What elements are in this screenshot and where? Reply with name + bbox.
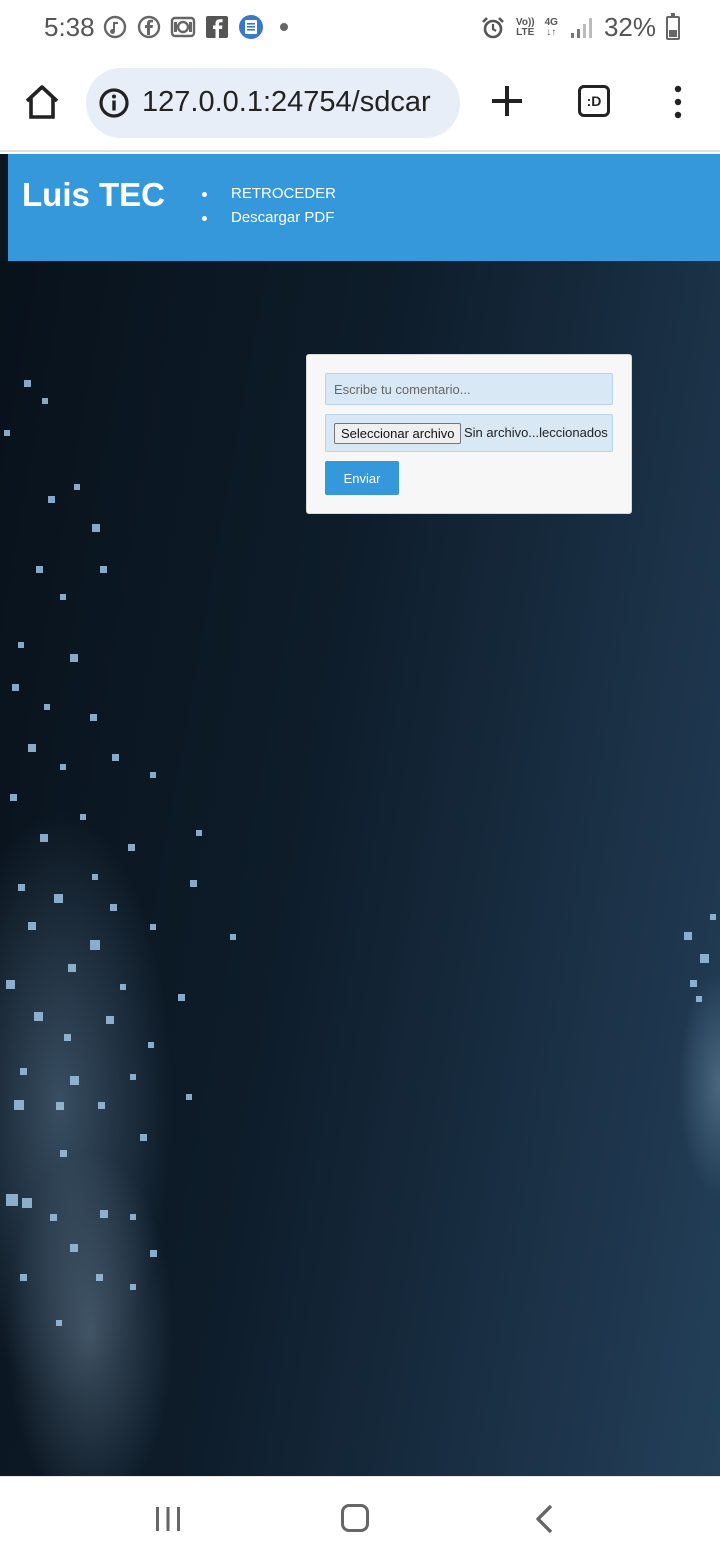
tabs-icon[interactable]: :D xyxy=(578,85,610,117)
file-input[interactable]: Seleccionar archivo Sin archivo...leccio… xyxy=(325,414,613,452)
site-title: Luis TEC xyxy=(22,176,166,213)
site-nav: RETROCEDER Descargar PDF xyxy=(202,184,336,232)
comment-input[interactable] xyxy=(325,373,613,405)
volte-icon: Vo)) LTE xyxy=(515,16,535,38)
comment-form: Seleccionar archivo Sin archivo...leccio… xyxy=(306,354,632,514)
url-text[interactable]: 127.0.0.1:24754/sdcar xyxy=(142,86,431,119)
status-bar: 5:38 Vo)) LTE 4G ↓↑ 32% xyxy=(0,0,720,56)
select-file-button[interactable]: Seleccionar archivo xyxy=(334,423,462,444)
system-navigation-bar xyxy=(0,1476,720,1560)
alarm-icon xyxy=(480,15,506,41)
browser-toolbar: 127.0.0.1:24754/sdcar :D xyxy=(0,56,720,152)
signal-icon xyxy=(568,15,594,41)
facebook-icon xyxy=(204,14,230,40)
facebook-messenger-icon xyxy=(136,14,162,40)
battery-percent: 32% xyxy=(603,12,656,42)
home-icon[interactable] xyxy=(22,82,62,122)
notification-dot xyxy=(280,23,288,31)
status-time: 5:38 xyxy=(44,12,95,42)
4g-icon: 4G ↓↑ xyxy=(544,16,558,38)
address-bar[interactable]: 127.0.0.1:24754/sdcar xyxy=(86,68,460,138)
site-header: Luis TEC RETROCEDER Descargar PDF xyxy=(8,154,720,261)
starfield-background xyxy=(4,380,716,1326)
nav-link-retroceder[interactable]: RETROCEDER xyxy=(202,184,336,208)
file-status-text: Sin archivo...leccionados xyxy=(464,425,608,440)
submit-button[interactable]: Enviar xyxy=(325,461,399,495)
battery-icon xyxy=(666,12,680,40)
camera-app-icon xyxy=(170,14,196,40)
back-icon[interactable] xyxy=(532,1503,556,1535)
tabs-label: :D xyxy=(586,93,602,109)
web-page: Luis TEC RETROCEDER Descargar PDF Selecc… xyxy=(0,154,720,1476)
menu-icon[interactable] xyxy=(670,84,686,120)
recents-icon[interactable] xyxy=(154,1505,182,1533)
music-app-icon xyxy=(102,14,128,40)
system-status-icons: Vo)) LTE 4G ↓↑ 32% xyxy=(480,12,680,43)
home-button-icon[interactable] xyxy=(341,1504,369,1532)
word-app-icon xyxy=(238,14,264,40)
notification-icons xyxy=(102,14,288,40)
nav-link-descargar-pdf[interactable]: Descargar PDF xyxy=(202,208,336,232)
info-icon[interactable] xyxy=(98,87,130,119)
plus-icon[interactable] xyxy=(490,84,524,118)
